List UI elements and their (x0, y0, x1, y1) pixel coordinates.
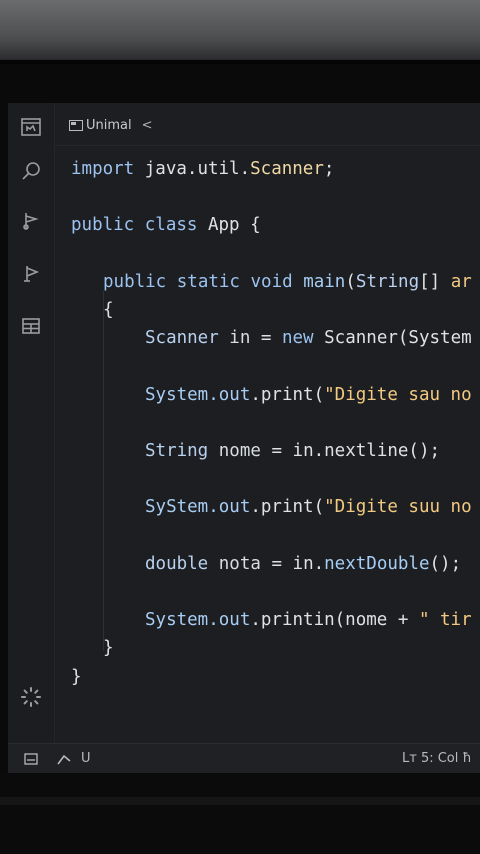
code-token: App { (207, 215, 261, 236)
code-token: SyStem.out (145, 497, 251, 518)
code-line: } (103, 637, 114, 659)
code-token: " tir (418, 610, 472, 631)
code-token: double (145, 553, 219, 574)
code-token: .printin(nome + (250, 610, 419, 631)
code-token: [] (419, 271, 451, 292)
status-bar: U Lт 5: Col ħ (8, 743, 480, 773)
code-token: Scanner (250, 159, 324, 179)
file-icon (69, 119, 83, 131)
code-token: System.out (145, 610, 251, 631)
code-line: { (103, 299, 114, 321)
device-bottom-bezel (0, 773, 480, 854)
tab-bar: Unimal < (55, 103, 480, 146)
code-line: public static void main(String[] ar (103, 271, 472, 293)
code-line: import java.util.Scanner; (71, 158, 334, 180)
code-token: java.util. (144, 159, 251, 179)
indent-guide (103, 291, 104, 651)
code-token: public static void (103, 271, 304, 292)
code-token: (); (429, 553, 462, 574)
code-token: nome (218, 441, 261, 461)
code-token: = (250, 328, 282, 349)
cursor-position[interactable]: Lт 5: Col ħ (402, 751, 472, 766)
code-token: ar (450, 271, 472, 292)
code-token: Scanner (145, 328, 230, 349)
code-token: main (303, 271, 346, 292)
code-token: public class (71, 215, 208, 236)
search-icon[interactable] (19, 159, 43, 183)
device-top-bezel (0, 0, 480, 62)
code-token: Scanner(System (324, 328, 472, 349)
code-line: System.out.print("Digite sau no (145, 384, 472, 406)
code-token: String (145, 441, 219, 461)
code-line: } (71, 666, 82, 688)
remote-icon[interactable] (24, 752, 38, 766)
code-token: "Digite suu no (324, 497, 472, 518)
code-token: .print( (250, 384, 325, 405)
code-token: new (281, 328, 325, 349)
code-token: nextDouble (324, 553, 430, 574)
settings-gear-icon[interactable] (19, 685, 43, 709)
code-line: public class App { (71, 214, 261, 236)
code-token: import (71, 159, 145, 179)
code-token: .print( (250, 497, 325, 518)
code-token: = in.nextline(); (260, 441, 441, 461)
code-token: } (103, 638, 114, 659)
branch-label[interactable]: U (81, 751, 91, 766)
explorer-icon[interactable] (19, 115, 43, 139)
code-token: "Digite sau no (324, 384, 472, 405)
tab-unimal[interactable]: Unimal < (69, 115, 153, 135)
code-line: SyStem.out.print("Digite suu no (145, 496, 472, 518)
code-token: in (229, 328, 251, 349)
code-token: = in. (260, 553, 325, 574)
code-line: double nota = in.nextDouble(); (145, 553, 461, 575)
run-debug-icon[interactable] (19, 262, 43, 286)
code-token: nota (218, 553, 261, 574)
chevron-left-icon[interactable]: < (142, 118, 153, 133)
source-control-icon[interactable] (19, 209, 43, 233)
editor-window: Unimal < import java.util.Scanner; public… (8, 103, 480, 773)
code-line: Scanner in = new Scanner(System (145, 327, 472, 349)
code-editor[interactable]: import java.util.Scanner; public class Ap… (55, 146, 480, 743)
code-token: System.out (145, 384, 251, 405)
tab-label: Unimal (86, 117, 132, 133)
code-line: System.out.printin(nome + " tir (145, 609, 472, 631)
code-token: ( (345, 271, 356, 292)
code-line: String nome = in.nextline(); (145, 440, 440, 462)
branch-icon[interactable] (57, 752, 71, 766)
extensions-icon[interactable] (19, 314, 43, 338)
activity-bar (8, 103, 55, 743)
code-token: } (71, 666, 82, 687)
code-token: String (355, 271, 420, 292)
bezel-edge (0, 60, 480, 64)
code-token: { (103, 300, 114, 320)
code-token: ; (323, 159, 335, 179)
